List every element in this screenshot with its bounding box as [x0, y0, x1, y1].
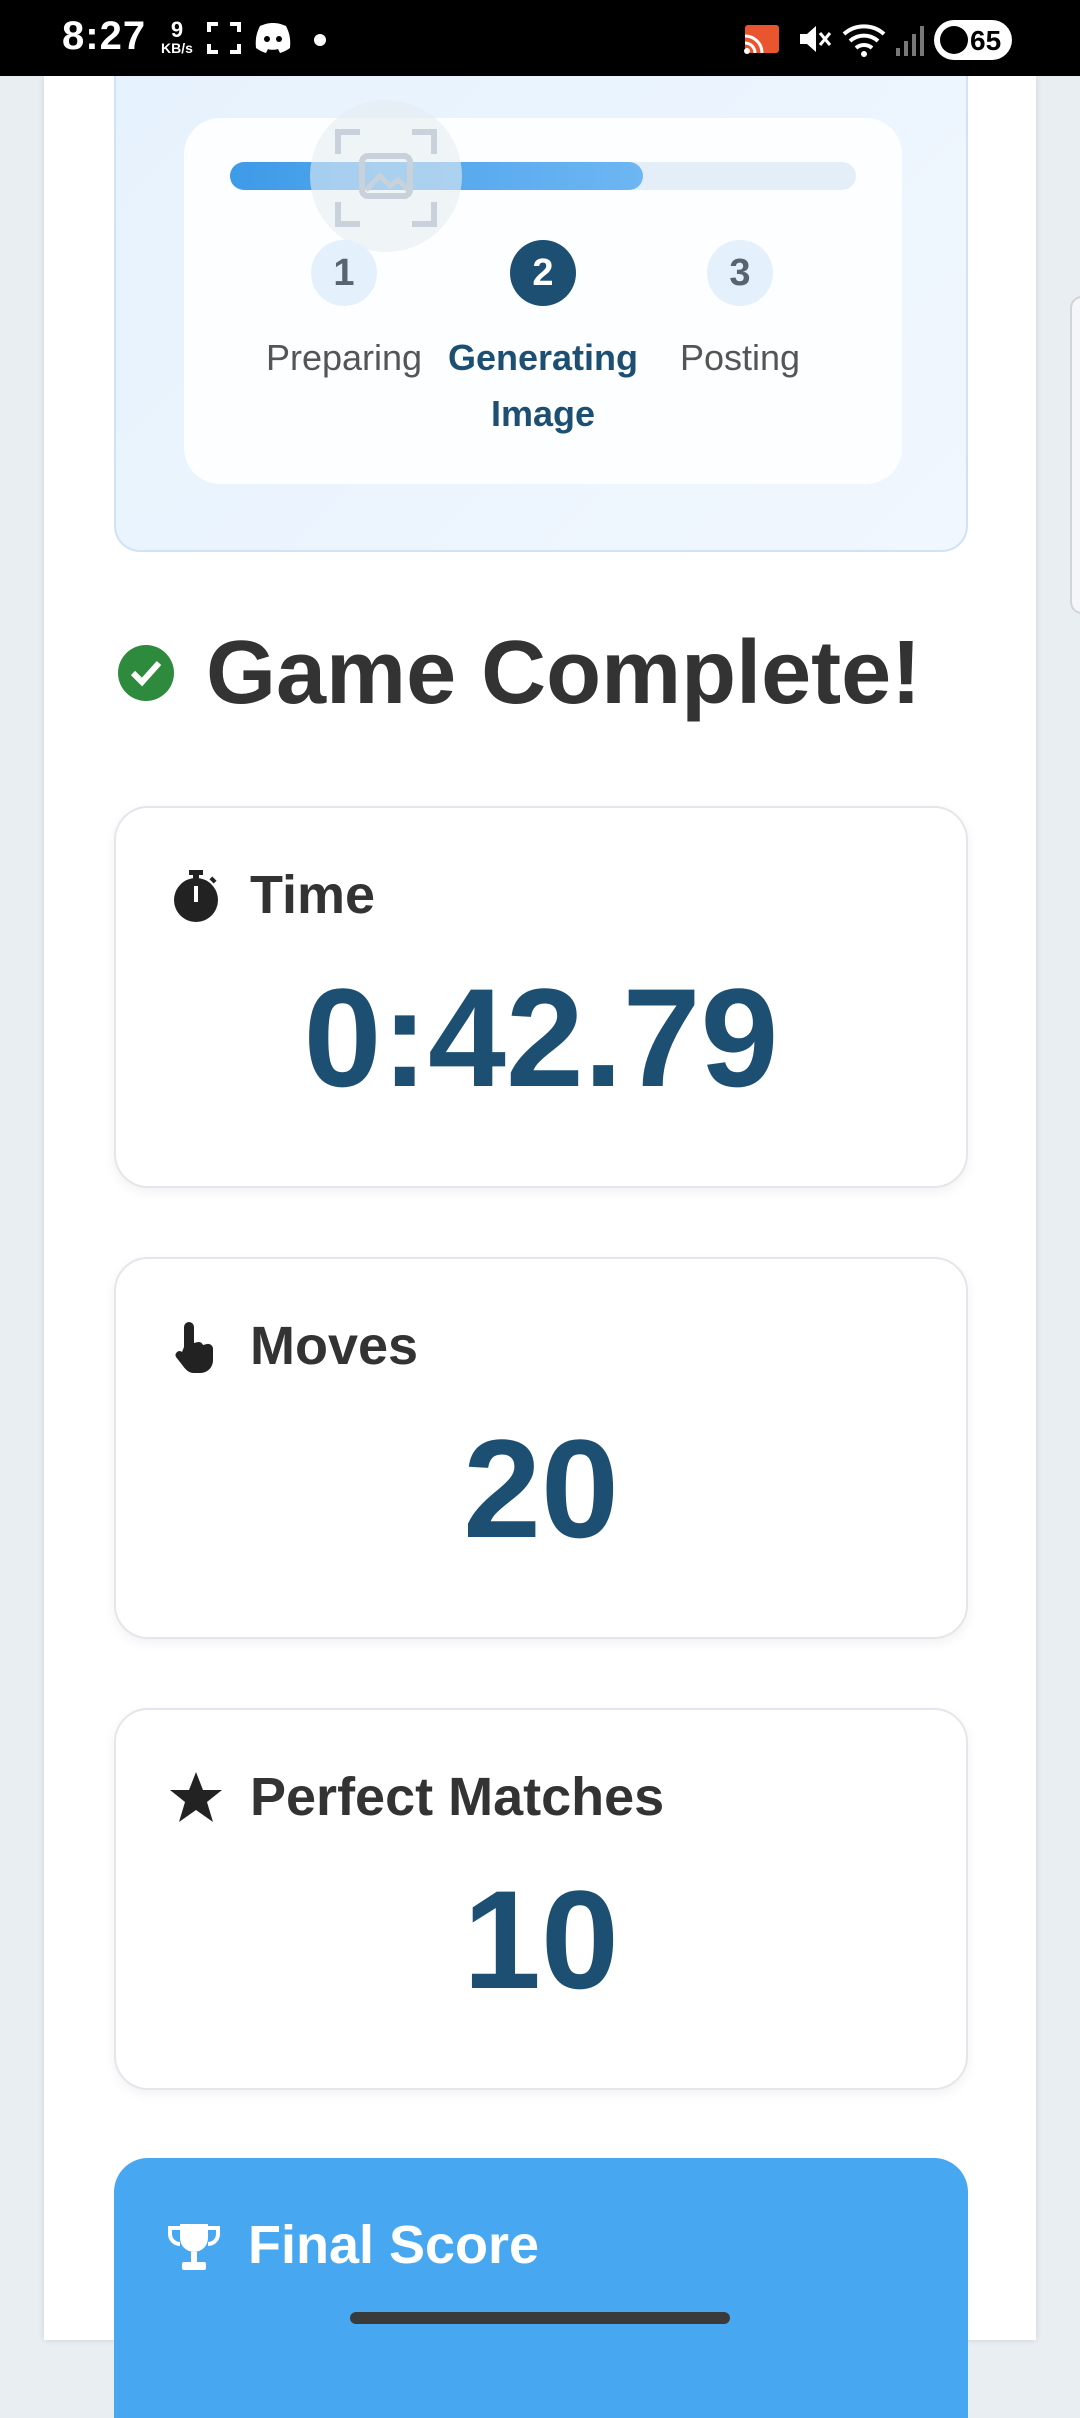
moves-value: 20 — [463, 1410, 619, 1567]
stat-card-time: Time 0:42.79 — [114, 806, 968, 1188]
network-speed-value: 9 — [170, 17, 184, 42]
share-progress-panel: 1 Preparing 2 Generating Image 3 Posting — [114, 76, 968, 552]
step-label: Posting — [679, 337, 801, 378]
network-speed: 9 KB/s — [156, 17, 198, 57]
signal-icon — [896, 26, 924, 56]
step-number: 1 — [311, 240, 377, 306]
cast-icon — [744, 25, 779, 54]
time-value: 0:42.79 — [303, 959, 779, 1116]
star-icon — [170, 1772, 222, 1822]
page-title: Game Complete! — [206, 623, 922, 723]
battery-indicator: 65 — [934, 20, 1012, 60]
wifi-icon — [842, 24, 886, 57]
battery-saver-icon — [940, 26, 968, 54]
stat-card-moves: Moves 20 — [114, 1257, 968, 1639]
image-scan-icon — [335, 129, 437, 227]
step-number: 3 — [707, 240, 773, 306]
battery-level: 65 — [970, 25, 1002, 56]
stat-card-perfect-matches: Perfect Matches 10 — [114, 1708, 968, 2090]
stat-label: Perfect Matches — [250, 1767, 665, 1827]
image-placeholder — [310, 100, 462, 252]
mute-icon — [800, 26, 832, 52]
final-score-card: Final Score — [114, 2158, 968, 2418]
results-card: 1 Preparing 2 Generating Image 3 Posting… — [44, 76, 1036, 2418]
step-posting: 3 Posting — [640, 240, 840, 386]
check-circle-icon — [118, 645, 174, 701]
stat-label: Moves — [250, 1316, 419, 1376]
status-bar: 8:27 9 KB/s 65 — [0, 0, 1080, 76]
step-generating-image: 2 Generating Image — [443, 240, 643, 442]
perfect-matches-value: 10 — [463, 1861, 619, 2018]
discord-icon — [255, 23, 291, 53]
step-label: Preparing — [265, 337, 423, 378]
progress-steps: 1 Preparing 2 Generating Image 3 Posting — [184, 100, 902, 484]
step-number: 2 — [510, 240, 576, 306]
network-speed-unit: KB/s — [161, 40, 193, 56]
notification-dot — [314, 34, 326, 46]
step-label: Generating Image — [447, 337, 639, 434]
stopwatch-icon — [174, 870, 218, 922]
stat-label: Time — [250, 865, 376, 925]
step-preparing: 1 Preparing — [244, 240, 444, 386]
pointer-hand-icon — [175, 1322, 213, 1373]
trophy-icon — [168, 2224, 220, 2270]
edge-panel-handle[interactable] — [1070, 296, 1080, 614]
final-score-label: Final Score — [248, 2215, 540, 2275]
screenshot-icon — [207, 22, 241, 54]
status-time: 8:27 — [62, 14, 147, 58]
home-indicator[interactable] — [350, 2312, 730, 2324]
